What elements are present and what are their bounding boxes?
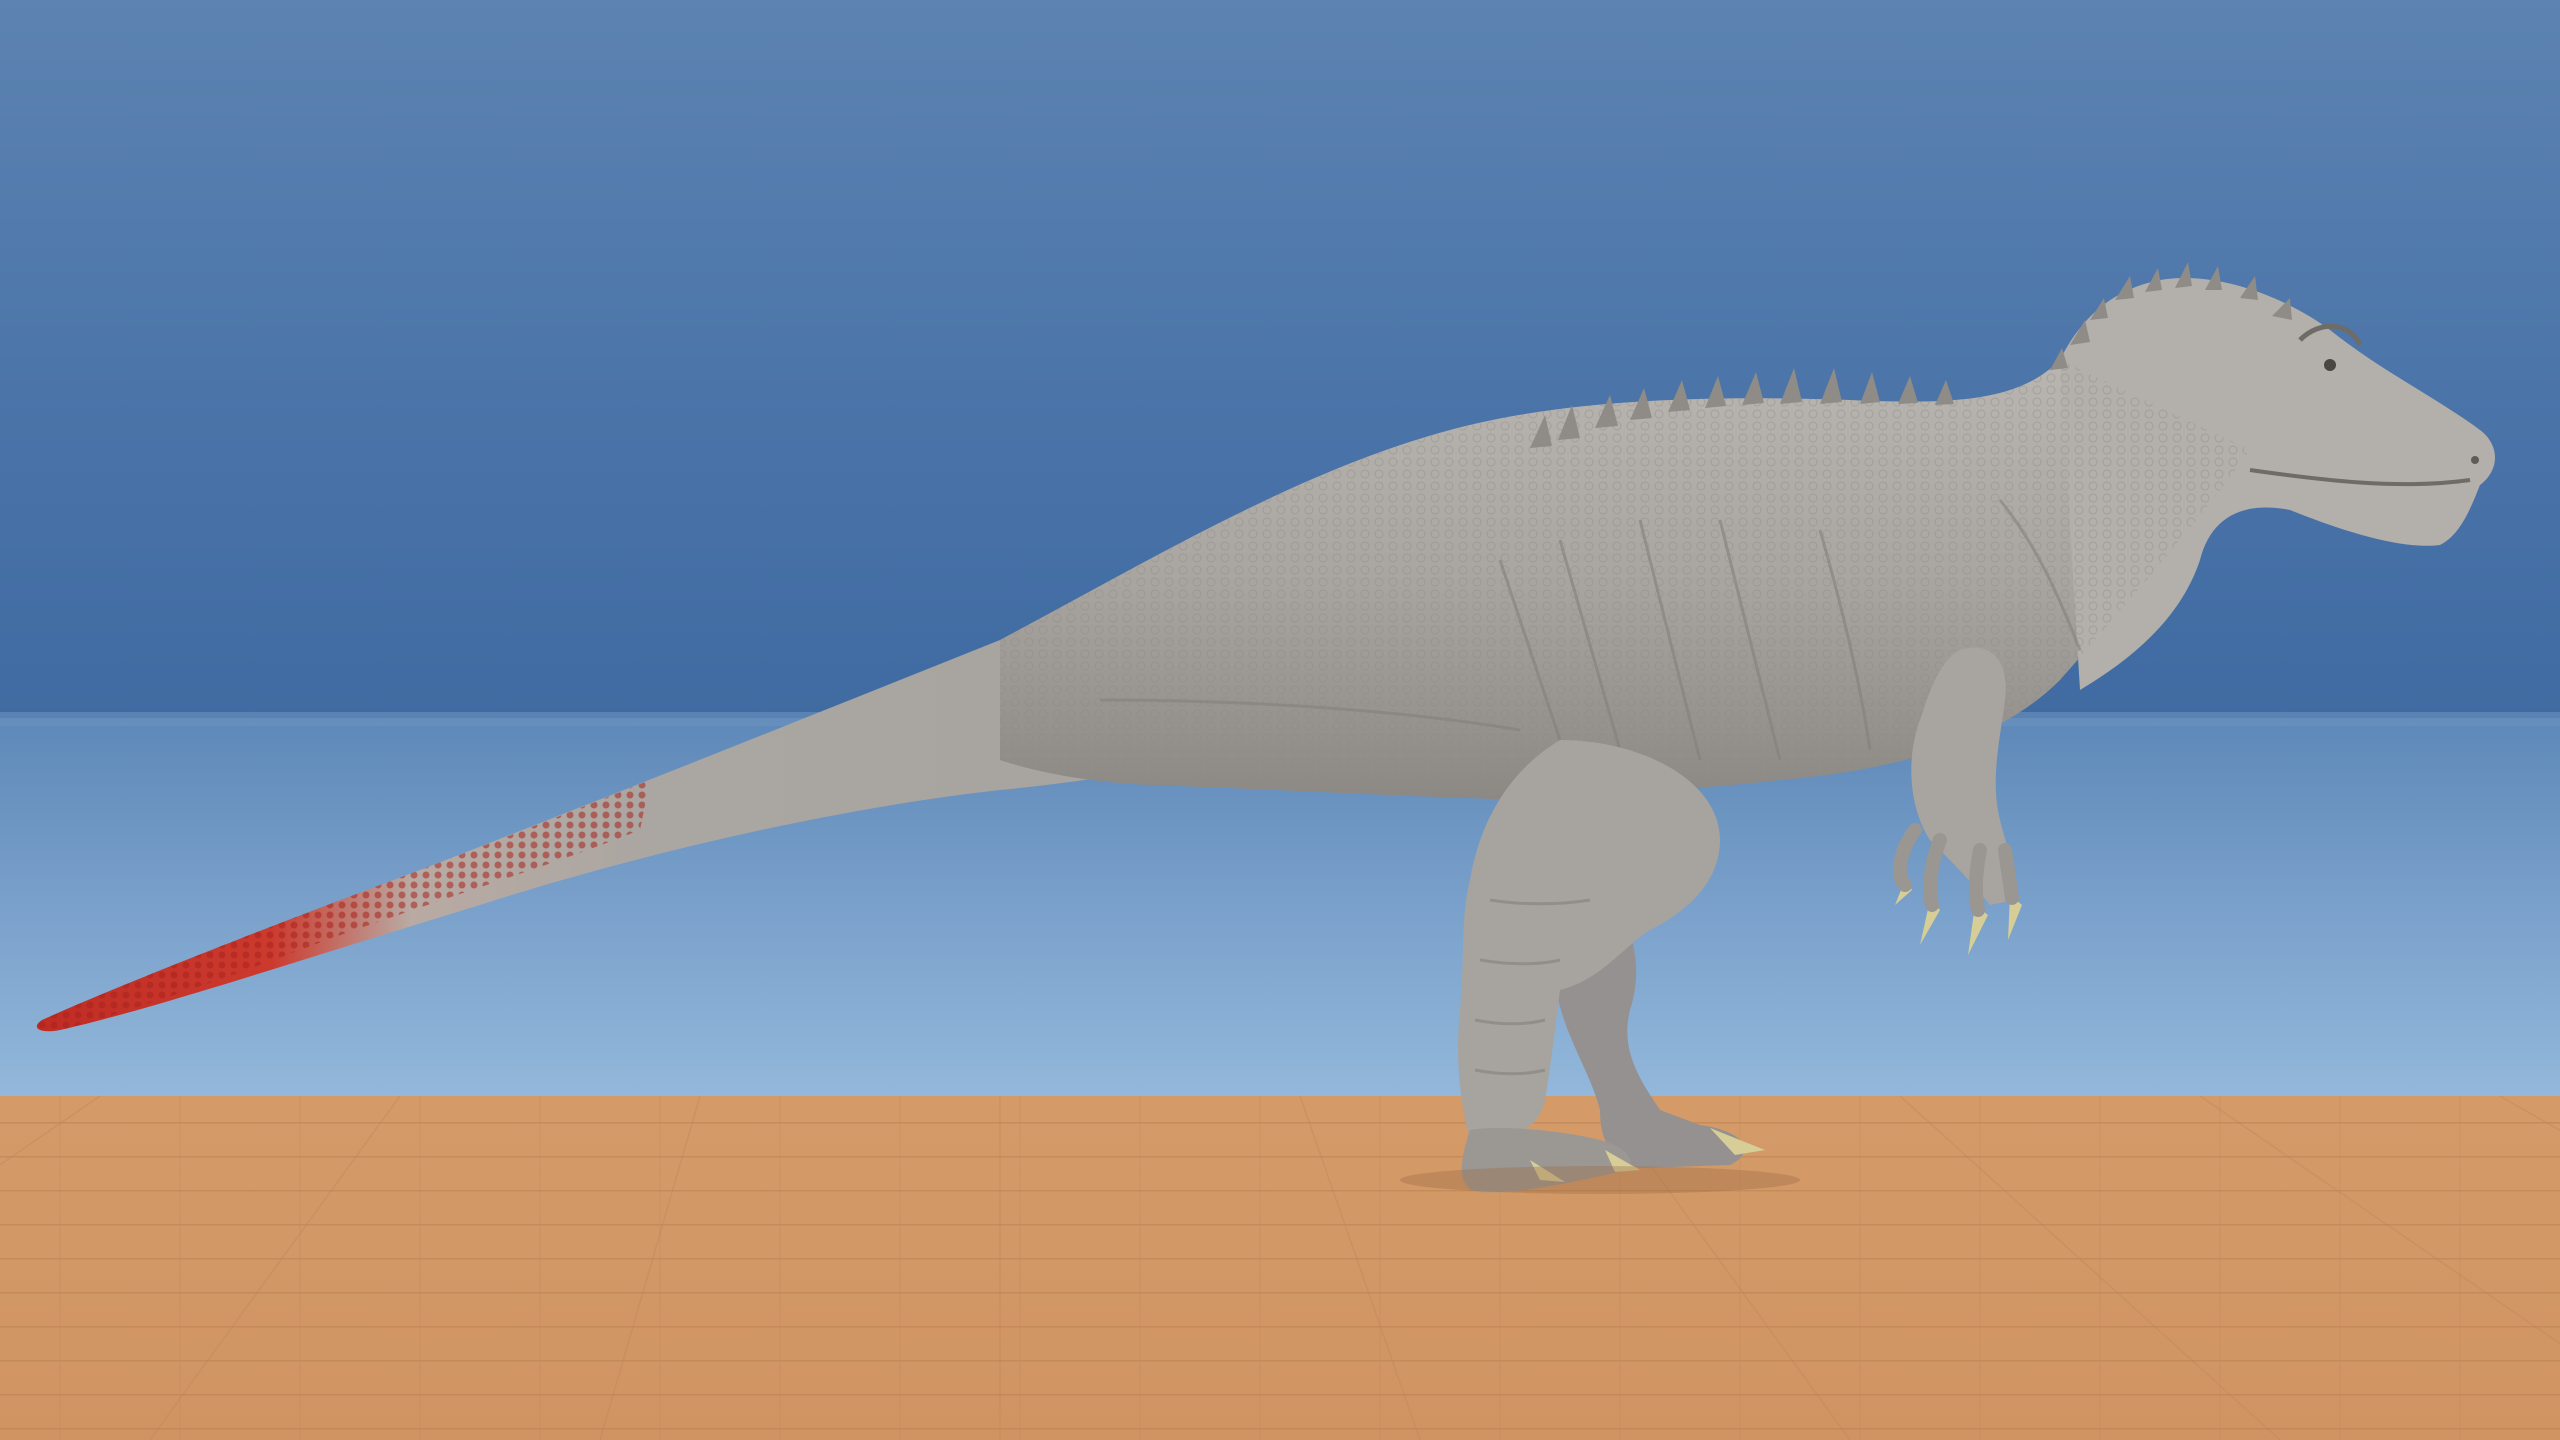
render-scene (0, 0, 2560, 1440)
ground-shadow (1400, 1166, 1800, 1194)
eye (2324, 359, 2336, 371)
ground (0, 1095, 2560, 1440)
nostril (2471, 456, 2479, 464)
scene-svg (0, 0, 2560, 1440)
